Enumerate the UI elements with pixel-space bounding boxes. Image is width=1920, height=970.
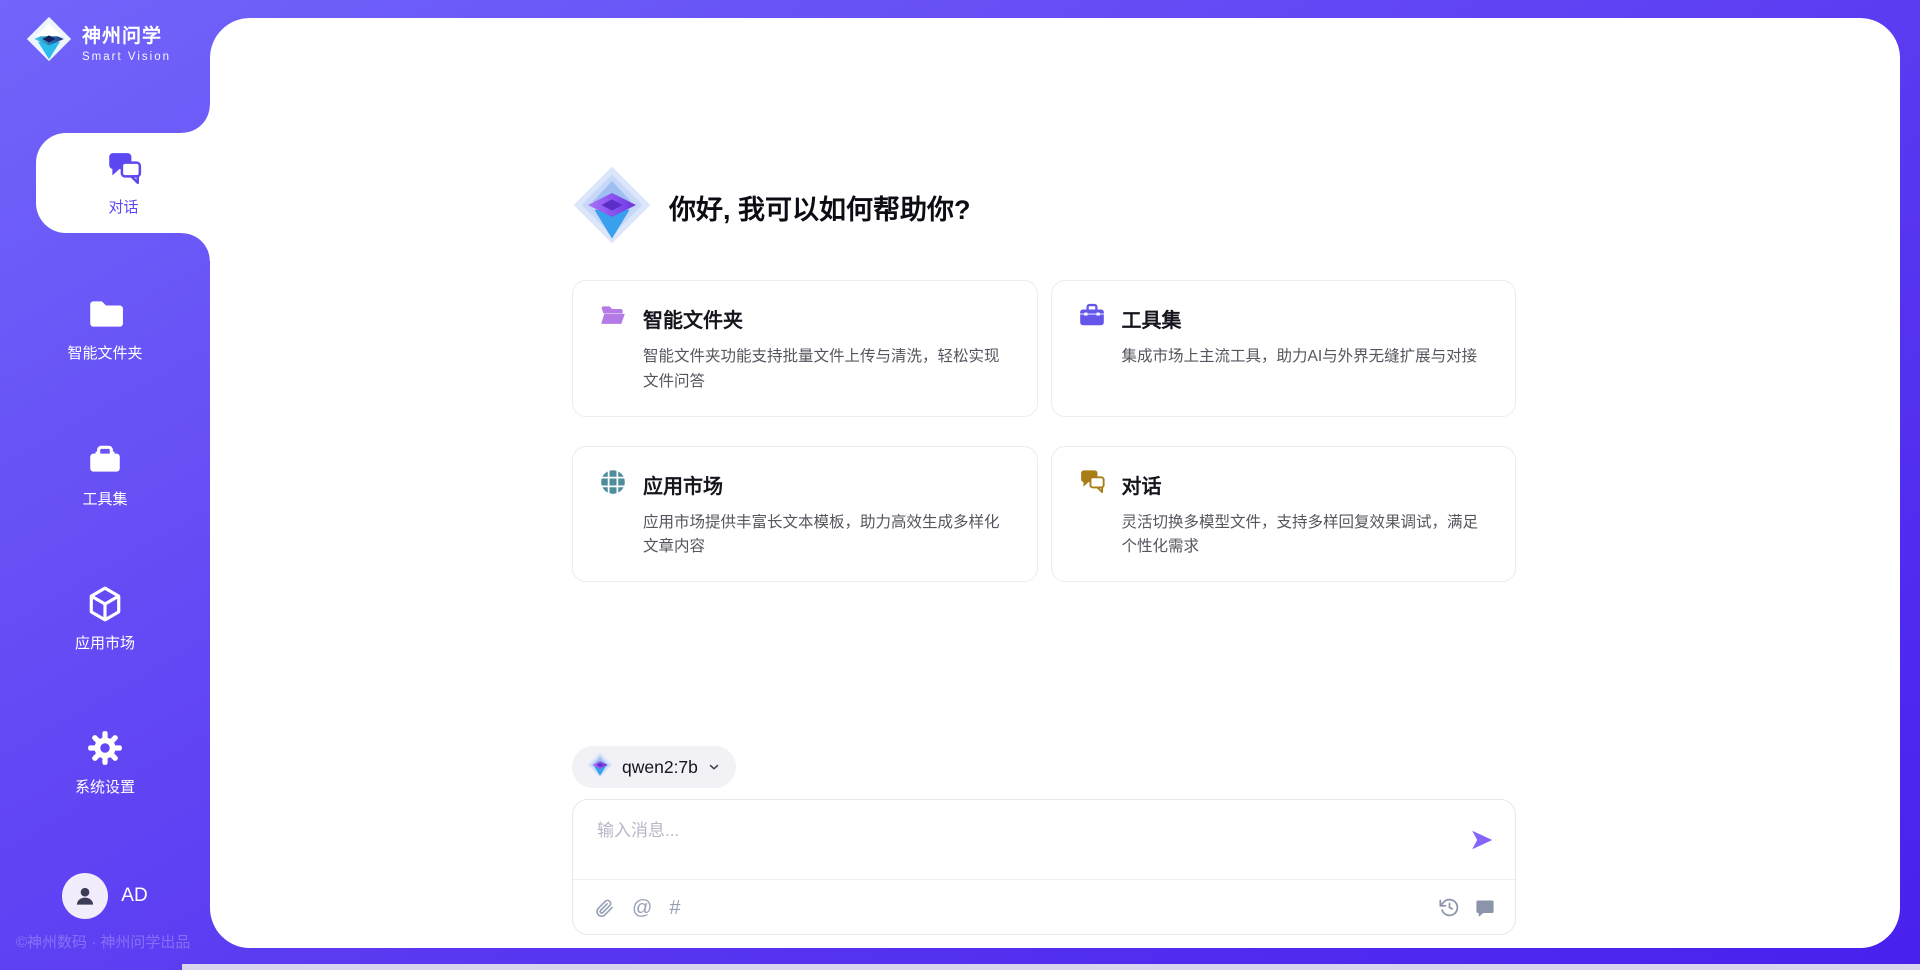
open-folder-icon: [599, 302, 627, 335]
grid-circle-icon: [599, 468, 627, 501]
app-window: 神州问学 Smart Vision 对话 智能文件夹: [0, 0, 1920, 970]
feature-cards: 智能文件夹 智能文件夹功能支持批量文件上传与清洗，轻松实现文件问答: [572, 280, 1516, 582]
greeting: 你好, 我可以如何帮助你?: [572, 165, 1516, 250]
chat-bubbles-icon: [105, 150, 143, 188]
sidebar-item-app-market[interactable]: 应用市场: [0, 585, 210, 653]
sidebar-item-label: 应用市场: [75, 632, 135, 653]
card-toolset[interactable]: 工具集 集成市场上主流工具，助力AI与外界无缝扩展与对接: [1051, 280, 1517, 417]
message-input[interactable]: [595, 814, 1449, 876]
page-bottom-strip: [182, 964, 1920, 970]
send-icon[interactable]: [1469, 827, 1495, 853]
avatar[interactable]: [62, 873, 108, 919]
brand-logo: 神州问学 Smart Vision: [26, 16, 171, 67]
briefcase-icon: [1078, 302, 1106, 335]
history-icon[interactable]: [1439, 897, 1460, 918]
sidebar-item-settings[interactable]: 系统设置: [0, 729, 210, 797]
sidebar-item-toolset[interactable]: 工具集: [0, 441, 210, 509]
person-icon: [72, 883, 98, 909]
hash-icon[interactable]: #: [669, 898, 680, 918]
message-composer: @ #: [572, 799, 1516, 935]
folder-icon: [86, 295, 124, 333]
sidebar-item-smart-folder[interactable]: 智能文件夹: [0, 295, 210, 363]
chevron-down-icon: [707, 760, 721, 774]
card-title: 工具集: [1122, 304, 1182, 333]
assistant-diamond-logo: [572, 165, 652, 250]
copyright-footer: ©神州数码 · 神州问学出品: [16, 931, 190, 952]
card-description: 智能文件夹功能支持批量文件上传与清洗，轻松实现文件问答: [643, 345, 1011, 395]
paperclip-icon[interactable]: [595, 898, 615, 918]
card-header: 智能文件夹: [599, 302, 1011, 335]
chat-bubble-icon[interactable]: [1475, 898, 1495, 918]
card-header: 工具集: [1078, 302, 1490, 335]
brand-text: 神州问学 Smart Vision: [82, 21, 171, 63]
user-account[interactable]: AD: [0, 873, 210, 919]
chat-bubbles-icon: [1078, 468, 1106, 501]
toolbox-icon: [86, 441, 124, 479]
sidebar-item-label: 工具集: [82, 488, 127, 509]
cube-icon: [86, 585, 124, 623]
card-title: 智能文件夹: [643, 304, 743, 333]
user-name: AD: [121, 885, 147, 907]
composer-divider: [573, 879, 1515, 880]
card-chat[interactable]: 对话 灵活切换多模型文件，支持多样回复效果调试，满足个性化需求: [1051, 446, 1517, 583]
model-selector[interactable]: qwen2:7b: [572, 746, 736, 788]
card-description: 集成市场上主流工具，助力AI与外界无缝扩展与对接: [1122, 345, 1490, 370]
model-diamond-logo: [587, 752, 613, 783]
card-title: 应用市场: [643, 470, 723, 499]
composer-tools-left: @ #: [595, 898, 680, 918]
model-name: qwen2:7b: [622, 757, 698, 778]
brand-diamond-icon: [26, 16, 72, 67]
greeting-text: 你好, 我可以如何帮助你?: [669, 188, 971, 227]
card-title: 对话: [1122, 470, 1162, 499]
brand-subtitle: Smart Vision: [82, 51, 171, 63]
composer-tools-right: [1439, 897, 1495, 918]
brand-name: 神州问学: [82, 21, 171, 48]
sidebar: 神州问学 Smart Vision 对话 智能文件夹: [0, 0, 210, 970]
sidebar-item-chat[interactable]: 对话: [36, 133, 211, 233]
card-header: 对话: [1078, 468, 1490, 501]
card-smart-folder[interactable]: 智能文件夹 智能文件夹功能支持批量文件上传与清洗，轻松实现文件问答: [572, 280, 1038, 417]
sidebar-item-label: 对话: [108, 196, 138, 217]
main-content: 你好, 我可以如何帮助你? 智能文件夹 智能文件夹功能支持批量文件上传与清洗，轻…: [572, 165, 1516, 935]
sidebar-item-label: 智能文件夹: [67, 342, 142, 363]
at-icon[interactable]: @: [632, 898, 652, 918]
gear-icon: [86, 729, 124, 767]
card-header: 应用市场: [599, 468, 1011, 501]
card-description: 应用市场提供丰富长文本模板，助力高效生成多样化文章内容: [643, 511, 1011, 561]
card-app-market[interactable]: 应用市场 应用市场提供丰富长文本模板，助力高效生成多样化文章内容: [572, 446, 1038, 583]
sidebar-item-label: 系统设置: [75, 776, 135, 797]
card-description: 灵活切换多模型文件，支持多样回复效果调试，满足个性化需求: [1122, 511, 1490, 561]
